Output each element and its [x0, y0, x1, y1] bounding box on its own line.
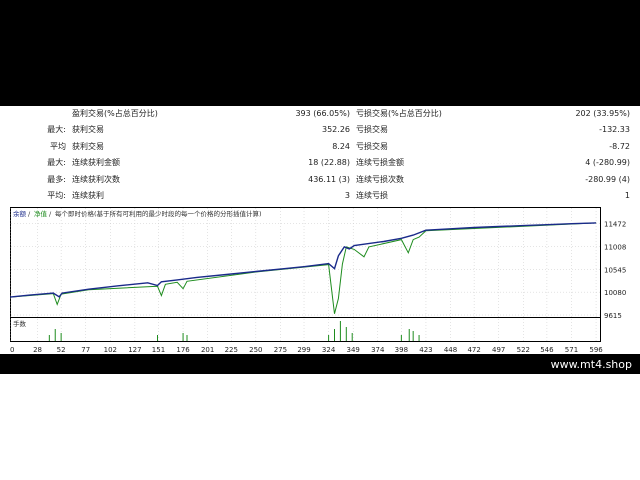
- bottom-black-bar: www.mt4.shop: [0, 354, 640, 374]
- row-label-left: 获利交易: [72, 125, 104, 134]
- balance-chart: 余额 / 净值 / 每个即时价格(基于所有可利用的最少时段的每一个价格的分形插值…: [10, 207, 601, 342]
- row-value-right: 4 (-280.99): [585, 158, 630, 167]
- row-value-left: 436.11 (3): [308, 175, 350, 184]
- row-label-left: 连续获利金额: [72, 158, 120, 167]
- chart-description: 每个即时价格(基于所有可利用的最少时段的每一个价格的分形插值计算): [55, 209, 262, 218]
- y-tick-label: 11472: [604, 221, 626, 229]
- x-axis-labels: 0 28 52 77 102 127 151 176 201 225 250 275 299 324 349…: [10, 346, 603, 354]
- legend-balance: 余额: [13, 209, 27, 218]
- stats-row: 盈利交易(%占总百分比) 393 (66.05%) 亏损交易(%占总百分比) 2…: [0, 106, 640, 121]
- stats-row: 平均: 连续获利 3 连续亏损 1: [0, 188, 640, 203]
- row-prefix: 最多:: [47, 175, 66, 184]
- x-tick-label: 423: [419, 346, 432, 354]
- row-label-left: 连续获利: [72, 191, 104, 200]
- row-prefix: 平均:: [47, 191, 66, 200]
- x-tick-label: 127: [128, 346, 141, 354]
- x-tick-label: 151: [152, 346, 165, 354]
- stats-row: 最大: 获利交易 352.26 亏损交易 -132.33: [0, 122, 640, 137]
- row-label-right: 亏损交易: [356, 142, 388, 151]
- row-value-right: -280.99 (4): [585, 175, 630, 184]
- y-tick-label: 10545: [604, 266, 626, 274]
- x-tick-label: 448: [444, 346, 457, 354]
- row-label-right: 亏损交易(%占总百分比): [356, 109, 442, 118]
- chart-frame: [10, 207, 601, 342]
- stats-row: 最大: 连续获利金额 18 (22.88) 连续亏损金额 4 (-280.99): [0, 155, 640, 170]
- row-value-right: 1: [624, 191, 630, 200]
- y-tick-label: 11008: [604, 244, 626, 252]
- row-label-right: 连续亏损: [356, 191, 388, 200]
- volume-label: 手数: [13, 319, 27, 328]
- row-value-right: -132.33: [599, 125, 630, 134]
- row-value-left: 3: [344, 191, 350, 200]
- row-value-left: 8.24: [332, 142, 350, 151]
- x-tick-label: 349: [346, 346, 359, 354]
- legend-equity: 净值: [34, 209, 48, 218]
- x-tick-label: 0: [10, 346, 14, 354]
- x-tick-label: 201: [201, 346, 214, 354]
- row-prefix: 平均: [50, 142, 66, 151]
- row-label-left: 获利交易: [72, 142, 104, 151]
- x-tick-label: 225: [225, 346, 238, 354]
- row-prefix: 最大:: [47, 158, 66, 167]
- x-tick-label: 28: [33, 346, 42, 354]
- row-label-right: 连续亏损次数: [356, 175, 404, 184]
- row-label-right: 连续亏损金额: [356, 158, 404, 167]
- top-black-bar: [0, 0, 640, 106]
- row-value-left: 18 (22.88): [308, 158, 350, 167]
- x-tick-label: 77: [81, 346, 90, 354]
- x-tick-label: 571: [565, 346, 578, 354]
- x-tick-label: 275: [274, 346, 287, 354]
- x-tick-label: 324: [322, 346, 336, 354]
- x-tick-label: 522: [517, 346, 530, 354]
- row-prefix: 最大:: [47, 125, 66, 134]
- y-tick-label: 9615: [604, 312, 622, 320]
- x-tick-label: 596: [589, 346, 603, 354]
- row-value-right: -8.72: [609, 142, 630, 151]
- row-label-right: 亏损交易: [356, 125, 388, 134]
- x-tick-label: 497: [492, 346, 505, 354]
- x-tick-label: 472: [467, 346, 480, 354]
- stats-row: 平均 获利交易 8.24 亏损交易 -8.72: [0, 139, 640, 154]
- row-label-left: 盈利交易(%占总百分比): [72, 109, 158, 118]
- row-value-left: 352.26: [322, 125, 350, 134]
- x-tick-label: 299: [297, 346, 310, 354]
- y-axis-labels: 9615 10080 10545 11008 11472: [604, 221, 626, 320]
- row-value-right: 202 (33.95%): [575, 109, 630, 118]
- x-tick-label: 102: [104, 346, 117, 354]
- stats-row: 最多: 连续获利次数 436.11 (3) 连续亏损次数 -280.99 (4): [0, 172, 640, 187]
- x-tick-label: 374: [371, 346, 385, 354]
- x-tick-label: 52: [57, 346, 66, 354]
- y-tick-label: 10080: [604, 289, 626, 297]
- x-tick-label: 176: [176, 346, 190, 354]
- x-tick-label: 546: [540, 346, 554, 354]
- row-label-left: 连续获利次数: [72, 175, 120, 184]
- x-tick-label: 398: [395, 346, 408, 354]
- x-tick-label: 250: [249, 346, 262, 354]
- site-label: www.mt4.shop: [550, 358, 632, 371]
- report-stats: 盈利交易(%占总百分比) 393 (66.05%) 亏损交易(%占总百分比) 2…: [0, 106, 640, 204]
- row-value-left: 393 (66.05%): [295, 109, 350, 118]
